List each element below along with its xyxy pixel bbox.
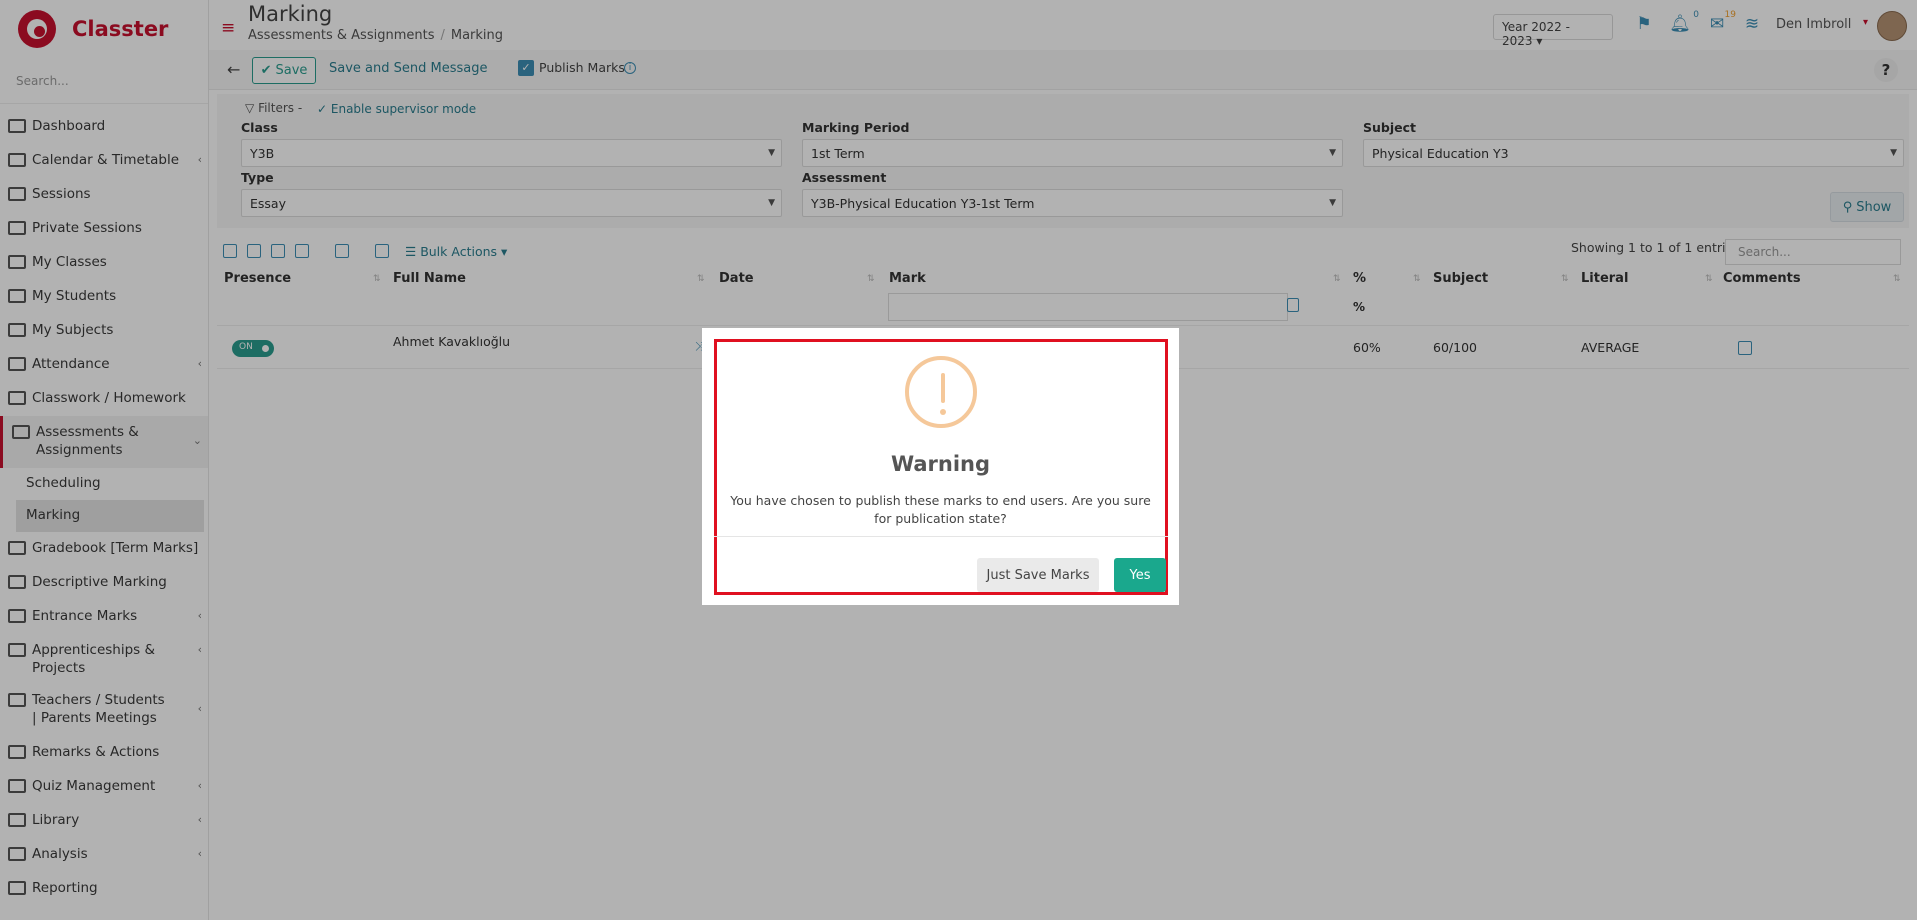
warning-icon — [905, 356, 977, 428]
just-save-marks-button[interactable]: Just Save Marks — [977, 558, 1099, 592]
dialog-divider — [714, 536, 1168, 537]
dialog-message: You have chosen to publish these marks t… — [730, 493, 1151, 526]
warning-dialog: Warning You have chosen to publish these… — [702, 328, 1179, 605]
dialog-title: Warning — [890, 452, 991, 476]
yes-button[interactable]: Yes — [1114, 558, 1166, 592]
